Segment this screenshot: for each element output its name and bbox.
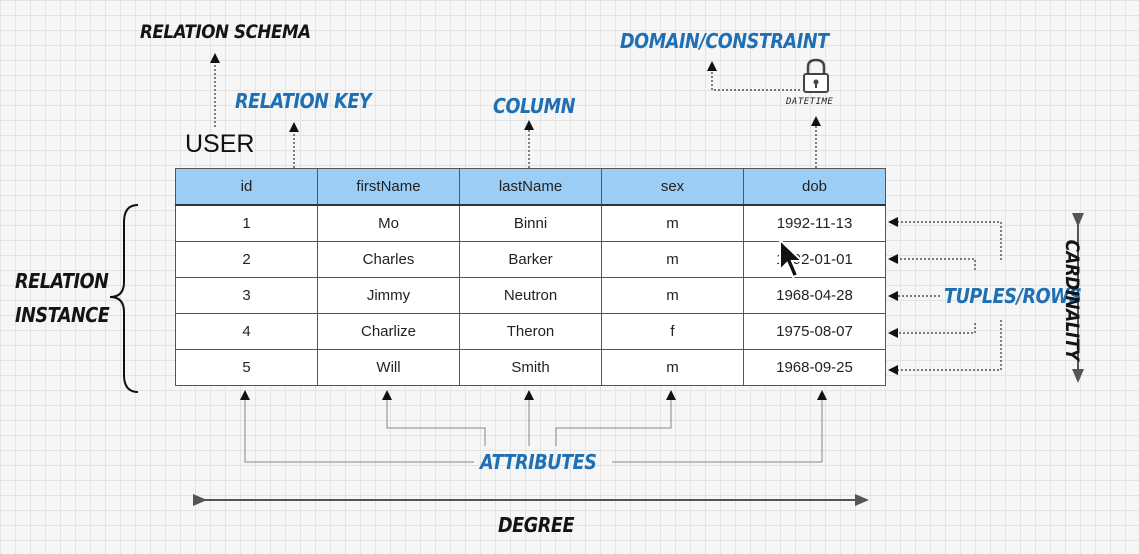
domain-constraint-label: DOMAIN/CONSTRAINT xyxy=(620,29,829,53)
cell-dob: 1968-09-25 xyxy=(743,349,886,386)
cell-sex: m xyxy=(601,277,744,314)
cell-id: 2 xyxy=(175,241,318,278)
table-row: 4 Charlize Theron f 1975-08-07 xyxy=(175,313,886,350)
cardinality-label: CARDINALITY xyxy=(1061,239,1083,361)
tuple-arrow-2 xyxy=(888,254,976,270)
column-header-firstname: firstName xyxy=(317,168,460,206)
column-label: COLUMN xyxy=(493,94,576,118)
lock-icon xyxy=(803,58,829,93)
cell-id: 4 xyxy=(175,313,318,350)
cell-sex: m xyxy=(601,204,744,242)
datetime-label: DATETIME xyxy=(786,97,834,107)
mouse-pointer-icon xyxy=(779,238,805,279)
relation-instance-line1: RELATION xyxy=(15,269,109,293)
table-row: 3 Jimmy Neutron m 1968-04-28 xyxy=(175,277,886,314)
cell-dob: 1968-04-28 xyxy=(743,277,886,314)
cell-dob: 1992-11-13 xyxy=(743,204,886,242)
relation-instance-line2: INSTANCE xyxy=(15,303,110,327)
cell-dob: 1992-01-01 xyxy=(743,241,886,278)
attribute-arrow-sex xyxy=(555,390,676,446)
cell-lastname: Barker xyxy=(459,241,602,278)
cell-id: 5 xyxy=(175,349,318,386)
cell-firstname: Will xyxy=(317,349,460,386)
table-name: USER xyxy=(185,130,255,158)
cell-lastname: Binni xyxy=(459,204,602,242)
column-header-id: id xyxy=(175,168,318,206)
relation-instance-label: RELATION INSTANCE xyxy=(15,264,110,332)
cell-sex: f xyxy=(601,313,744,350)
relation-instance-brace xyxy=(109,204,139,393)
cell-sex: m xyxy=(601,241,744,278)
cell-firstname: Charlize xyxy=(317,313,460,350)
tuple-arrow-4 xyxy=(888,323,976,338)
table-row: 1 Mo Binni m 1992-11-13 xyxy=(175,204,886,242)
table-row: 5 Will Smith m 1968-09-25 xyxy=(175,349,886,386)
column-header-lastname: lastName xyxy=(459,168,602,206)
cell-firstname: Jimmy xyxy=(317,277,460,314)
cell-lastname: Theron xyxy=(459,313,602,350)
cell-sex: m xyxy=(601,349,744,386)
column-header-dob: dob xyxy=(743,168,886,206)
attributes-label: ATTRIBUTES xyxy=(480,450,597,474)
tuple-arrow-5 xyxy=(888,320,1002,375)
cell-firstname: Mo xyxy=(317,204,460,242)
domain-constraint-arrow xyxy=(707,61,800,91)
column-header-sex: sex xyxy=(601,168,744,206)
tuple-arrow-1 xyxy=(888,217,1002,260)
cell-firstname: Charles xyxy=(317,241,460,278)
cell-dob: 1975-08-07 xyxy=(743,313,886,350)
cell-lastname: Neutron xyxy=(459,277,602,314)
cell-id: 3 xyxy=(175,277,318,314)
relation-schema-label: RELATION SCHEMA xyxy=(140,21,311,43)
cell-lastname: Smith xyxy=(459,349,602,386)
relation-key-label: RELATION KEY xyxy=(235,89,372,113)
table-header-row: id firstName lastName sex dob xyxy=(175,168,886,206)
cell-id: 1 xyxy=(175,204,318,242)
attribute-arrow-firstname xyxy=(382,390,486,446)
degree-label: DEGREE xyxy=(498,513,575,537)
